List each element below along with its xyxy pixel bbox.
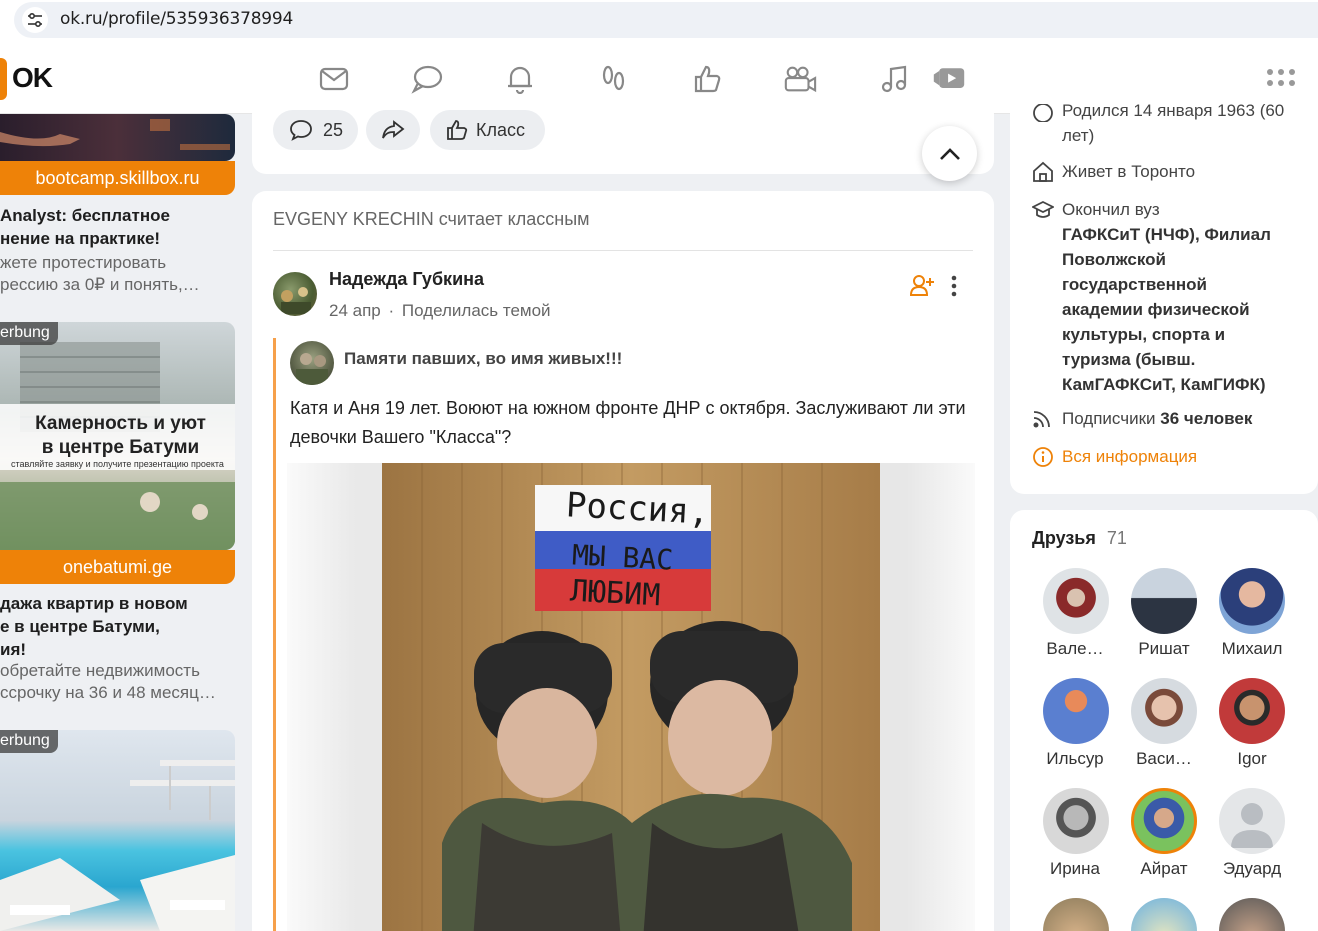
- friend-avatar[interactable]: [1219, 678, 1285, 744]
- ad-badge: erbung: [0, 730, 58, 753]
- friend-avatar[interactable]: [1043, 678, 1109, 744]
- user-placeholder-icon: [1231, 803, 1273, 848]
- poster-text-line2: МЫ ВАС: [571, 538, 674, 577]
- graduation-cap-icon: [1030, 200, 1056, 220]
- poster-text-line1: Россия,: [565, 485, 711, 533]
- ad-title-line2[interactable]: е в центре Батуми,: [0, 615, 236, 638]
- ads-column: bootcamp.skillbox.ru Analyst: бесплатное…: [0, 114, 236, 931]
- post-text: Катя и Аня 19 лет. Воюют на южном фронте…: [290, 398, 966, 447]
- quote-bar: [273, 338, 276, 931]
- group-avatar[interactable]: [290, 341, 334, 385]
- activity-text: считает классным: [438, 209, 590, 229]
- ad-desc-line2: ссрочку на 36 и 48 месяц…: [0, 683, 216, 702]
- author-avatar[interactable]: [273, 272, 317, 316]
- friend-avatar-placeholder[interactable]: [1219, 788, 1285, 854]
- ad-title[interactable]: Analyst: бесплатное: [0, 204, 236, 227]
- ad-badge: erbung: [0, 322, 58, 345]
- poster-text-line3: ЛЮБИМ: [569, 573, 662, 614]
- url-text[interactable]: ok.ru/profile/535936378994: [60, 9, 293, 29]
- comments-count: 25: [323, 119, 344, 140]
- ad-title-line3[interactable]: ия!: [0, 638, 236, 661]
- friend-avatar[interactable]: [1219, 568, 1285, 634]
- friend-name[interactable]: Михаил: [1207, 639, 1297, 659]
- ad-overlay-subtitle: ставляйте заявку и получите презентацию …: [11, 459, 224, 469]
- friend-name[interactable]: Ирина: [1030, 859, 1120, 879]
- share-button[interactable]: [366, 110, 420, 150]
- birth-info: Родился 14 января 1963 (60 лет): [1062, 101, 1285, 145]
- add-friend-icon[interactable]: [909, 273, 935, 299]
- post-photo[interactable]: Россия, МЫ ВАС ЛЮБИМ: [287, 463, 975, 931]
- rss-icon: [1032, 409, 1054, 429]
- ad-url[interactable]: onebatumi.ge: [0, 550, 235, 584]
- class-button[interactable]: Класс: [430, 110, 545, 150]
- friend-name[interactable]: Igor: [1207, 749, 1297, 769]
- author-name[interactable]: Надежда Губкина: [329, 269, 484, 290]
- friend-name[interactable]: Ришат: [1119, 639, 1209, 659]
- friend-avatar[interactable]: [1131, 678, 1197, 744]
- subscribers-info[interactable]: Подписчики 36 человек: [1062, 406, 1252, 431]
- all-info-link[interactable]: Вся информация: [1062, 444, 1197, 469]
- post-date[interactable]: 24 апр: [329, 301, 381, 320]
- group-name[interactable]: Памяти павших, во имя живых!!!: [344, 349, 622, 369]
- ad-image[interactable]: erbung: [0, 730, 235, 931]
- scroll-top-button[interactable]: [922, 126, 977, 181]
- previous-post-card: 25 Класс: [252, 100, 994, 174]
- friend-name[interactable]: Васи…: [1119, 749, 1209, 769]
- education-value[interactable]: ГАФКСиТ (НЧФ), Филиал Поволжской государ…: [1062, 222, 1271, 397]
- ad-image[interactable]: [0, 114, 235, 161]
- ok-logo-icon[interactable]: [0, 58, 7, 100]
- footprints-icon[interactable]: [597, 62, 631, 96]
- ad-url[interactable]: bootcamp.skillbox.ru: [0, 161, 235, 195]
- divider: [273, 250, 973, 251]
- lives-city[interactable]: Торонто: [1131, 162, 1195, 181]
- comment-icon: [290, 120, 312, 141]
- ad-image[interactable]: erbung Камерность и уют в центре Батуми …: [0, 322, 235, 550]
- chevron-up-icon: [939, 147, 960, 160]
- activity-line: EVGENY KRECHIN считает классным: [273, 209, 590, 230]
- ad-desc: обретайте недвижимость: [0, 661, 200, 680]
- ok-logo-text[interactable]: OK: [12, 62, 53, 94]
- post-card: EVGENY KRECHIN считает классным Надежда …: [252, 191, 994, 931]
- friend-avatar[interactable]: [1131, 568, 1197, 634]
- chat-icon[interactable]: [410, 62, 444, 96]
- share-icon: [382, 120, 405, 139]
- activity-user[interactable]: EVGENY KRECHIN: [273, 209, 434, 229]
- home-icon: [1032, 161, 1054, 183]
- post-meta: 24 апр · Поделилась темой: [329, 301, 551, 320]
- info-icon: [1032, 446, 1054, 468]
- thumbs-up-icon: [447, 120, 468, 140]
- birthday-icon: [1032, 103, 1054, 123]
- ad-desc-line2: рессию за 0₽ и понять,…: [0, 275, 200, 294]
- like-icon[interactable]: [690, 62, 724, 96]
- site-settings-icon[interactable]: [22, 7, 48, 33]
- share-type: Поделилась темой: [401, 301, 551, 320]
- friend-avatar[interactable]: [1043, 568, 1109, 634]
- bell-icon[interactable]: [503, 62, 537, 96]
- friend-avatar[interactable]: [1043, 788, 1109, 854]
- music-icon[interactable]: [877, 62, 911, 96]
- ad-title-line2[interactable]: нение на практике!: [0, 227, 236, 250]
- friends-header[interactable]: Друзья 71: [1032, 528, 1127, 549]
- friend-name[interactable]: Айрат: [1119, 859, 1209, 879]
- friend-name[interactable]: Эдуард: [1207, 859, 1297, 879]
- more-options-icon[interactable]: [949, 275, 959, 297]
- photo-image: Россия, МЫ ВАС ЛЮБИМ: [382, 463, 880, 931]
- friends-count: 71: [1106, 528, 1127, 548]
- mail-icon[interactable]: [317, 62, 351, 96]
- ad-desc: жете протестировать: [0, 253, 167, 272]
- friends-title: Друзья: [1032, 528, 1096, 548]
- friend-name[interactable]: Ильсур: [1030, 749, 1120, 769]
- comments-button[interactable]: 25: [273, 110, 358, 150]
- friend-name[interactable]: Вале…: [1030, 639, 1120, 659]
- education-label: Окончил вуз: [1062, 200, 1160, 219]
- ad-title[interactable]: дажа квартир в новом: [0, 592, 236, 615]
- class-label: Класс: [476, 119, 525, 140]
- friend-avatar[interactable]: [1131, 788, 1197, 854]
- browser-address-bar: ok.ru/profile/535936378994: [0, 0, 1318, 40]
- video-play-icon[interactable]: [932, 62, 966, 96]
- video-camera-icon[interactable]: [783, 62, 817, 96]
- ad-overlay-title: Камерность и уют в центре Батуми: [35, 413, 206, 458]
- lives-info: Живет в Торонто: [1062, 162, 1196, 181]
